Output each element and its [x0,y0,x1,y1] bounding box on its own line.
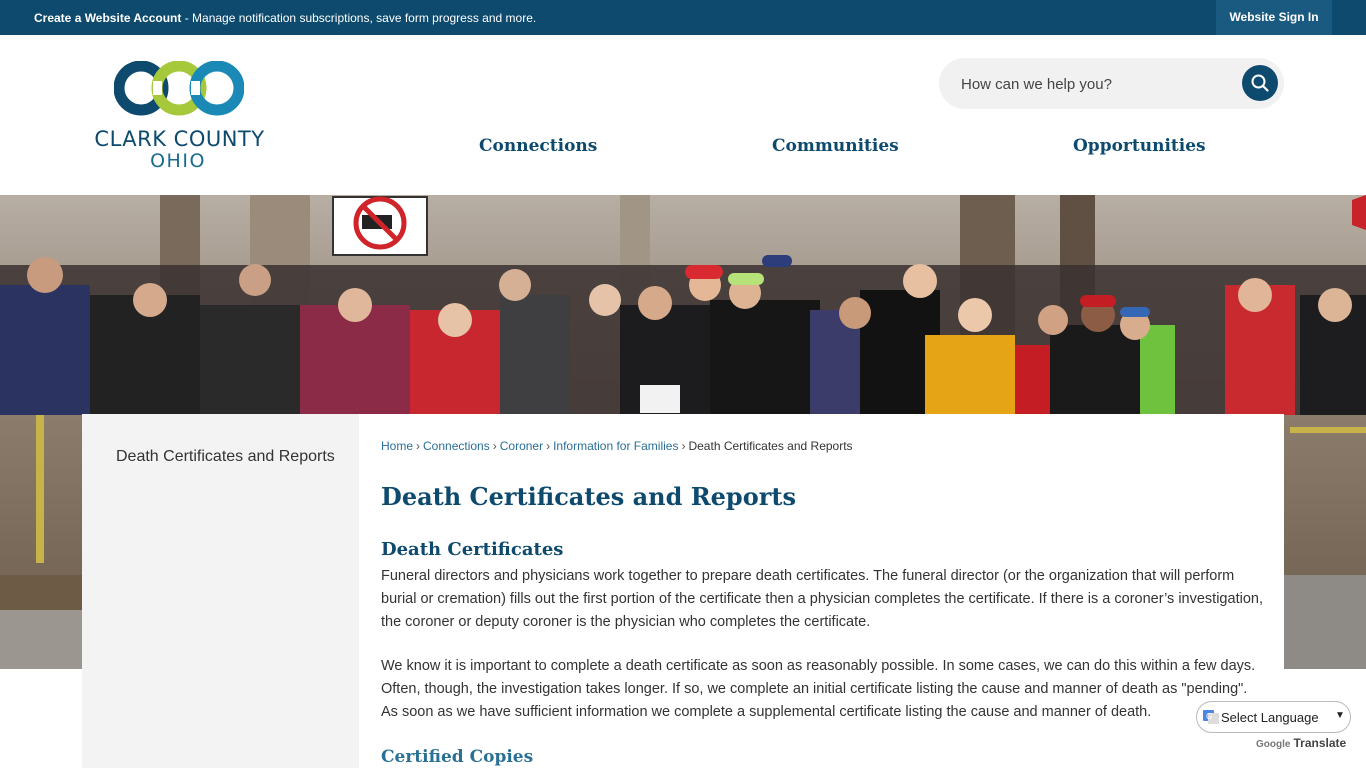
powered-by-google-translate[interactable]: Google Translate [1256,736,1346,750]
page-title: Death Certificates and Reports [381,482,796,511]
google-logo-text: Google [1256,739,1291,750]
section-heading-death-certificates: Death Certificates [381,539,564,560]
main-content: Home › Connections › Coroner › Information for… [359,414,1284,768]
logo-circles-icon [114,61,244,116]
breadcrumb-home[interactable]: Home [381,439,413,453]
search-input[interactable] [961,73,1231,95]
breadcrumb-information-for-families[interactable]: Information for Families [553,439,678,453]
sidebar-item-death-certificates[interactable]: Death Certificates and Reports [116,444,336,469]
nav-communities[interactable]: Communities [772,136,899,156]
logo-text-clark-county: CLARK COUNTY [94,127,265,151]
chevron-down-icon: ▼ [1335,710,1345,721]
translate-label: Translate [1293,736,1347,750]
logo-text-ohio: OHIO [150,150,206,172]
top-bar: Create a Website Account - Manage notifi… [0,0,1366,35]
nav-connections[interactable]: Connections [479,136,597,156]
paragraph-death-certificates-intro: Funeral directors and physicians work to… [381,568,1263,630]
select-language-dropdown[interactable]: G Select Language ▼ [1196,701,1351,733]
site-header: CLARK COUNTY OHIO Connections Communitie… [0,35,1366,195]
search-box [939,58,1284,109]
select-language-label: Select Language [1221,710,1319,725]
breadcrumb-separator: › [416,439,421,453]
breadcrumb: Home › Connections › Coroner › Information for… [381,439,853,453]
breadcrumb-connections[interactable]: Connections [423,439,490,453]
website-sign-in-button[interactable]: Website Sign In [1216,0,1332,35]
create-account-label[interactable]: Create a Website Account [34,11,181,25]
breadcrumb-separator: › [492,439,497,453]
svg-text:G: G [1206,712,1212,721]
breadcrumb-separator: › [546,439,551,453]
sidebar-nav: Death Certificates and Reports [82,414,359,768]
section-heading-certified-copies: Certified Copies [381,747,534,767]
nav-opportunities[interactable]: Opportunities [1073,136,1206,156]
breadcrumb-separator: › [681,439,686,453]
breadcrumb-coroner[interactable]: Coroner [500,439,543,453]
paragraph-death-certificates-timing: We know it is important to complete a de… [381,658,1256,720]
search-icon [1251,74,1269,92]
create-account-link[interactable]: Create a Website Account - Manage notifi… [34,11,536,25]
create-account-description[interactable]: - Manage notification subscriptions, sav… [181,11,537,25]
breadcrumb-current: Death Certificates and Reports [688,439,853,453]
google-translate-icon: G [1203,710,1219,724]
search-button[interactable] [1242,65,1278,101]
clark-county-logo[interactable]: CLARK COUNTY OHIO [82,61,277,172]
